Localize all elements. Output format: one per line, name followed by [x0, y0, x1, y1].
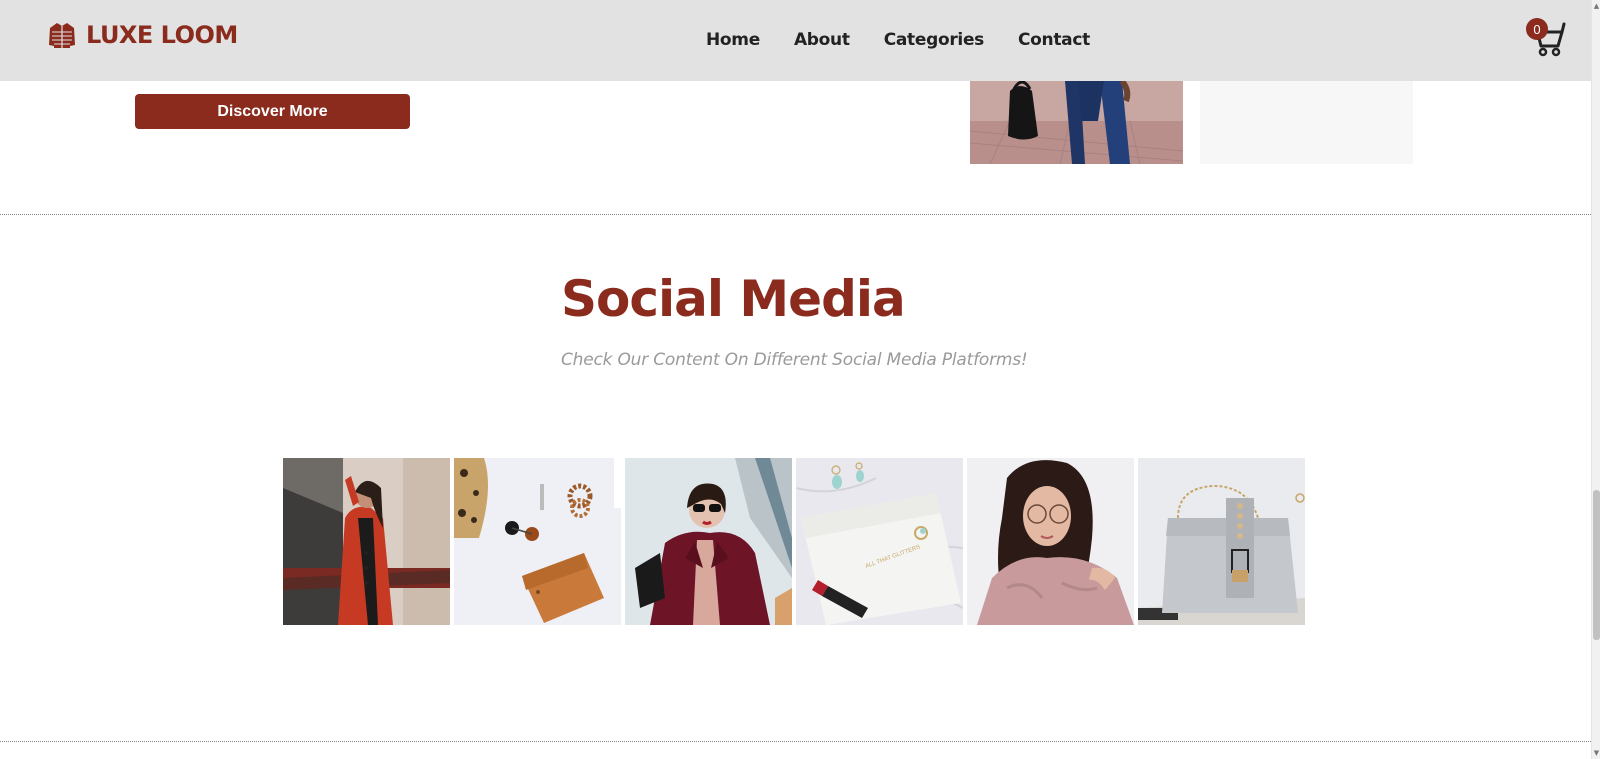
section-divider-bottom — [0, 741, 1591, 742]
brand-logo[interactable]: LUXE LOOM — [46, 19, 238, 51]
woman-pink-top-photo — [967, 458, 1134, 625]
social-gallery: ALL THAT GLITTERS — [283, 458, 1305, 625]
social-image-2[interactable] — [454, 458, 621, 625]
scroll-down-icon[interactable]: ▼ — [1593, 749, 1600, 757]
page-scrollbar[interactable]: ▲ ▼ — [1591, 0, 1600, 759]
social-title: Social Media — [561, 270, 906, 328]
woman-red-coat-photo — [283, 458, 450, 625]
nav-categories[interactable]: Categories — [884, 30, 985, 50]
clutch-lipstick-photo: ALL THAT GLITTERS — [796, 458, 963, 625]
brand-name: LUXE LOOM — [86, 21, 238, 49]
main-nav: Home About Categories Contact — [706, 30, 1090, 50]
cart-button[interactable]: 0 — [1526, 18, 1566, 58]
nav-about[interactable]: About — [794, 30, 850, 50]
jacket-icon — [46, 19, 78, 51]
section-divider — [0, 214, 1591, 215]
nav-home[interactable]: Home — [706, 30, 760, 50]
discover-more-button[interactable]: Discover More — [135, 94, 410, 129]
grey-handbag-photo — [1138, 458, 1305, 625]
cart-count-badge: 0 — [1526, 18, 1548, 40]
hero-card — [1200, 81, 1413, 164]
scroll-up-icon[interactable]: ▲ — [1593, 2, 1600, 10]
social-subtitle: Check Our Content On Different Social Me… — [561, 350, 1028, 370]
social-image-5[interactable] — [967, 458, 1134, 625]
social-image-4[interactable]: ALL THAT GLITTERS — [796, 458, 963, 625]
scrollbar-thumb[interactable] — [1593, 490, 1600, 640]
nav-contact[interactable]: Contact — [1018, 30, 1090, 50]
accessories-flatlay-photo — [454, 458, 621, 625]
page: LUXE LOOM Home About Categories Contact … — [0, 0, 1591, 759]
social-image-6[interactable] — [1138, 458, 1305, 625]
hero-model-photo — [970, 81, 1183, 164]
social-image-3[interactable] — [625, 458, 792, 625]
social-image-1[interactable] — [283, 458, 450, 625]
woman-sunglasses-photo — [625, 458, 792, 625]
site-header: LUXE LOOM Home About Categories Contact … — [0, 0, 1591, 81]
